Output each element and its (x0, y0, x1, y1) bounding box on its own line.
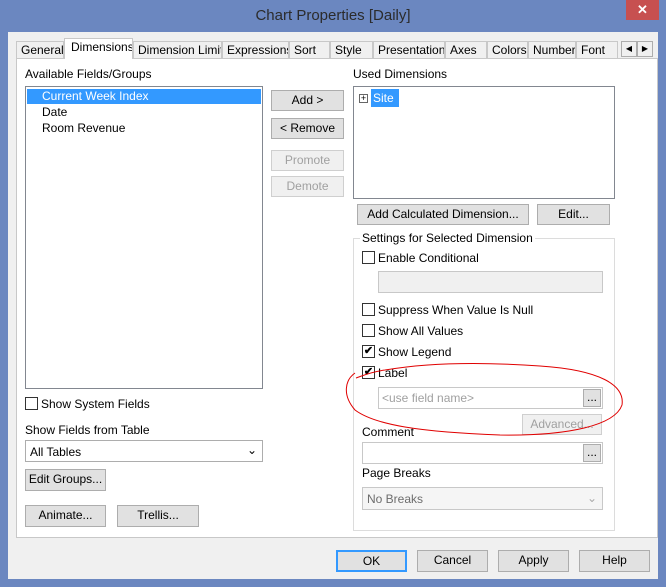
trellis-button[interactable]: Trellis... (117, 505, 199, 527)
page-breaks-label: Page Breaks (362, 466, 431, 480)
comment-label: Comment (362, 425, 415, 439)
available-fields-label: Available Fields/Groups (25, 67, 152, 81)
tab-style[interactable]: Style (330, 41, 373, 59)
apply-button[interactable]: Apply (498, 550, 569, 572)
window-title: Chart Properties [Daily] (255, 7, 411, 24)
available-fields-list[interactable]: Current Week Index Date Room Revenue (25, 86, 263, 389)
tab-colors[interactable]: Colors (487, 41, 528, 59)
tab-general[interactable]: General (16, 41, 64, 59)
add-button[interactable]: Add > (271, 90, 344, 111)
edit-button[interactable]: Edit... (537, 204, 610, 225)
settings-group-title: Settings for Selected Dimension (360, 231, 535, 245)
chevron-down-icon: ⌄ (586, 491, 597, 505)
label-checkbox[interactable]: ✔ (362, 366, 375, 379)
demote-button[interactable]: Demote (271, 176, 344, 197)
show-legend-label: Show Legend (378, 345, 452, 359)
show-legend-checkbox[interactable]: ✔ (362, 345, 375, 358)
show-system-fields-label: Show System Fields (41, 397, 150, 411)
help-button[interactable]: Help (579, 550, 650, 572)
show-all-values-checkbox[interactable] (362, 324, 375, 337)
edit-groups-button[interactable]: Edit Groups... (25, 469, 106, 491)
suppress-null-label: Suppress When Value Is Null (378, 303, 534, 317)
tab-scroll-right-icon[interactable]: ▶ (637, 41, 653, 57)
label-browse-button[interactable]: ... (583, 389, 601, 407)
list-item[interactable]: Date (42, 105, 67, 120)
comment-browse-button[interactable]: ... (583, 444, 601, 462)
used-dimensions-list[interactable]: + Site (353, 86, 615, 199)
tab-number[interactable]: Number (528, 41, 576, 59)
show-fields-from-label: Show Fields from Table (25, 423, 150, 437)
add-calculated-dimension-button[interactable]: Add Calculated Dimension... (357, 204, 529, 225)
advanced-button[interactable]: Advanced... (522, 414, 602, 435)
tab-dimensions[interactable]: Dimensions (64, 38, 133, 59)
show-all-values-label: Show All Values (378, 324, 464, 338)
tab-axes[interactable]: Axes (445, 41, 487, 59)
list-item[interactable]: Current Week Index (27, 89, 261, 104)
table-select-value: All Tables (30, 445, 82, 459)
used-dimensions-label: Used Dimensions (353, 67, 448, 81)
animate-button[interactable]: Animate... (25, 505, 106, 527)
condition-input[interactable] (378, 271, 603, 293)
comment-input[interactable] (362, 442, 603, 464)
expand-plus-icon[interactable]: + (359, 94, 368, 103)
enable-conditional-checkbox[interactable] (362, 251, 375, 264)
ok-button[interactable]: OK (336, 550, 407, 572)
tab-font[interactable]: Font (576, 41, 618, 59)
close-button[interactable]: ✕ (626, 0, 659, 20)
page-breaks-value: No Breaks (367, 492, 424, 506)
tab-sort[interactable]: Sort (289, 41, 330, 59)
page-breaks-select[interactable]: No Breaks ⌄ (362, 487, 603, 510)
list-item[interactable]: Room Revenue (42, 121, 125, 136)
table-select[interactable]: All Tables ⌄ (25, 440, 263, 462)
tab-scroll-left-icon[interactable]: ◀ (621, 41, 637, 57)
remove-button[interactable]: < Remove (271, 118, 344, 139)
cancel-button[interactable]: Cancel (417, 550, 488, 572)
list-item[interactable]: Site (371, 89, 399, 107)
label-input[interactable]: <use field name> (378, 387, 603, 409)
show-system-fields-checkbox[interactable] (25, 397, 38, 410)
label-label: Label (378, 366, 408, 380)
promote-button[interactable]: Promote (271, 150, 344, 171)
tab-presentation[interactable]: Presentation (373, 41, 445, 59)
label-placeholder: <use field name> (382, 391, 475, 405)
enable-conditional-label: Enable Conditional (378, 251, 479, 265)
tab-expressions[interactable]: Expressions (222, 41, 289, 59)
suppress-null-checkbox[interactable] (362, 303, 375, 316)
chevron-down-icon: ⌄ (246, 443, 257, 457)
tab-dimension-limits[interactable]: Dimension Limits (133, 41, 222, 59)
